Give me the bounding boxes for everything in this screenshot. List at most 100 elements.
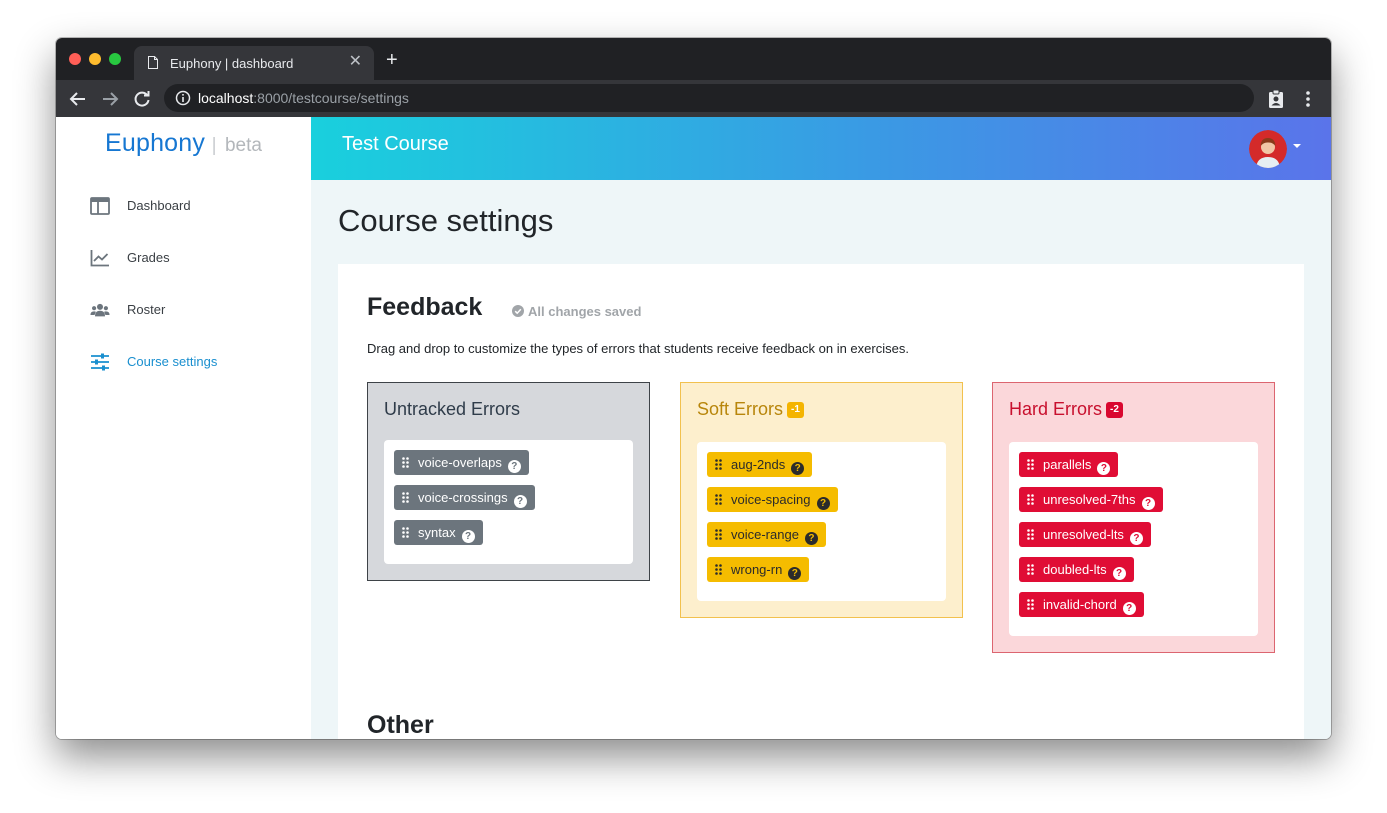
grip-icon[interactable] (1027, 453, 1035, 470)
info-icon[interactable] (175, 90, 191, 106)
chip-label: wrong-rn (731, 562, 783, 577)
help-icon[interactable]: ? (513, 495, 527, 508)
help-icon[interactable]: ? (1112, 567, 1126, 580)
error-chip[interactable]: syntax? (394, 520, 483, 545)
save-status-label: All changes saved (528, 304, 642, 319)
grip-dots-icon (1027, 459, 1034, 470)
help-icon[interactable]: ? (816, 497, 830, 510)
grip-dots-icon (1027, 529, 1034, 540)
help-icon[interactable]: ? (804, 532, 818, 545)
kebab-menu-icon[interactable] (1300, 89, 1316, 109)
error-chip[interactable]: invalid-chord? (1019, 592, 1144, 617)
tab-title: Euphony | dashboard (170, 56, 294, 71)
drop-zone[interactable]: parallels? unresolved-7ths? unresolved-l… (1009, 442, 1258, 636)
help-icon[interactable]: ? (1141, 497, 1155, 510)
chevron-down-icon[interactable] (1293, 144, 1301, 148)
bucket-title: Untracked Errors (384, 399, 520, 420)
help-icon[interactable]: ? (1129, 532, 1143, 545)
sidebar-item-label: Grades (127, 250, 170, 265)
grip-icon[interactable] (715, 453, 723, 470)
chip-label: unresolved-7ths (1043, 492, 1136, 507)
grip-icon[interactable] (402, 521, 410, 538)
new-tab-button[interactable]: + (386, 49, 398, 71)
drop-zone[interactable]: aug-2nds? voice-spacing? voice-range? wr… (697, 442, 946, 601)
error-chip[interactable]: voice-crossings? (394, 485, 535, 510)
help-icon[interactable]: ? (791, 462, 805, 475)
help-icon[interactable]: ? (461, 530, 475, 543)
help-icon[interactable]: ? (1097, 462, 1111, 475)
bucket-title: Soft Errors -1 (697, 399, 804, 420)
error-chip[interactable]: voice-range? (707, 522, 826, 547)
error-chip[interactable]: doubled-lts? (1019, 557, 1134, 582)
chip-label: voice-spacing (731, 492, 811, 507)
grip-icon[interactable] (1027, 523, 1035, 540)
feedback-description: Drag and drop to customize the types of … (367, 341, 909, 356)
soft-errors-bucket[interactable]: Soft Errors -1 aug-2nds? voice-spacing? v… (680, 382, 963, 618)
grip-icon[interactable] (402, 486, 410, 503)
course-title: Test Course (342, 133, 449, 155)
grip-icon[interactable] (715, 523, 723, 540)
close-tab-icon[interactable]: ✕ (349, 53, 362, 71)
grip-icon[interactable] (1027, 488, 1035, 505)
tab-bar: Euphony | dashboard ✕ + (56, 38, 1331, 80)
error-chip[interactable]: aug-2nds? (707, 452, 813, 477)
chip-label: voice-overlaps (418, 455, 502, 470)
brand-separator: | (211, 135, 217, 156)
back-arrow-icon[interactable] (67, 88, 89, 110)
help-icon[interactable]: ? (1122, 602, 1136, 615)
brand-name: Euphony (105, 129, 206, 157)
chip-label: doubled-lts (1043, 562, 1107, 577)
grip-icon[interactable] (715, 558, 723, 575)
sidebar-item-dashboard[interactable]: Dashboard (90, 195, 290, 219)
chip-label: syntax (418, 525, 456, 540)
error-chip[interactable]: parallels? (1019, 452, 1119, 477)
sidebar-item-roster[interactable]: Roster (90, 299, 290, 323)
help-icon[interactable]: ? (507, 460, 521, 473)
forward-arrow-icon[interactable] (99, 88, 121, 110)
help-icon[interactable]: ? (788, 567, 802, 580)
sidebar-item-label: Dashboard (127, 198, 191, 213)
untracked-errors-bucket[interactable]: Untracked Errors voice-overlaps? voice-c… (367, 382, 650, 581)
grip-dots-icon (715, 564, 722, 575)
bucket-title: Hard Errors -2 (1009, 399, 1123, 420)
chart-line-icon (90, 250, 109, 267)
bucket-title-label: Untracked Errors (384, 399, 521, 419)
grip-icon[interactable] (715, 488, 723, 505)
url-host: localhost (198, 90, 254, 106)
sidebar-item-grades[interactable]: Grades (90, 247, 290, 271)
grip-icon[interactable] (402, 451, 410, 468)
browser-tab[interactable]: Euphony | dashboard ✕ (134, 46, 374, 80)
error-chip[interactable]: unresolved-lts? (1019, 522, 1151, 547)
error-chip[interactable]: wrong-rn? (707, 557, 810, 582)
error-chip[interactable]: unresolved-7ths? (1019, 487, 1163, 512)
grip-icon[interactable] (1027, 593, 1035, 610)
hard-errors-bucket[interactable]: Hard Errors -2 parallels? unresolved-7ths… (992, 382, 1275, 653)
close-window-button[interactable] (69, 53, 81, 65)
reload-icon[interactable] (131, 88, 153, 110)
grip-dots-icon (1027, 564, 1034, 575)
clipboard-icon[interactable] (1266, 89, 1286, 109)
other-section-title: Other (367, 711, 434, 739)
penalty-badge: -1 (787, 402, 804, 418)
error-chip[interactable]: voice-spacing? (707, 487, 838, 512)
grip-icon[interactable] (1027, 558, 1035, 575)
chip-label: voice-crossings (418, 490, 508, 505)
chip-label: unresolved-lts (1043, 527, 1124, 542)
grip-dots-icon (402, 457, 409, 468)
grip-dots-icon (715, 529, 722, 540)
address-bar[interactable]: localhost:8000/testcourse/settings (164, 84, 1254, 112)
maximize-window-button[interactable] (109, 53, 121, 65)
bucket-title-label: Hard Errors (1009, 399, 1103, 419)
minimize-window-button[interactable] (89, 53, 101, 65)
page-icon (148, 56, 158, 69)
chip-label: aug-2nds (731, 457, 786, 472)
brand-logo[interactable]: Euphony | beta (105, 129, 262, 158)
sidebar-item-course-settings[interactable]: Course settings (90, 351, 290, 375)
feedback-section-title: Feedback (367, 293, 483, 321)
dashboard-icon (90, 197, 110, 215)
browser-toolbar: localhost:8000/testcourse/settings (56, 80, 1331, 117)
drop-zone[interactable]: voice-overlaps? voice-crossings? syntax? (384, 440, 633, 564)
avatar[interactable] (1249, 130, 1287, 168)
url-text: localhost:8000/testcourse/settings (198, 90, 409, 106)
error-chip[interactable]: voice-overlaps? (394, 450, 529, 475)
